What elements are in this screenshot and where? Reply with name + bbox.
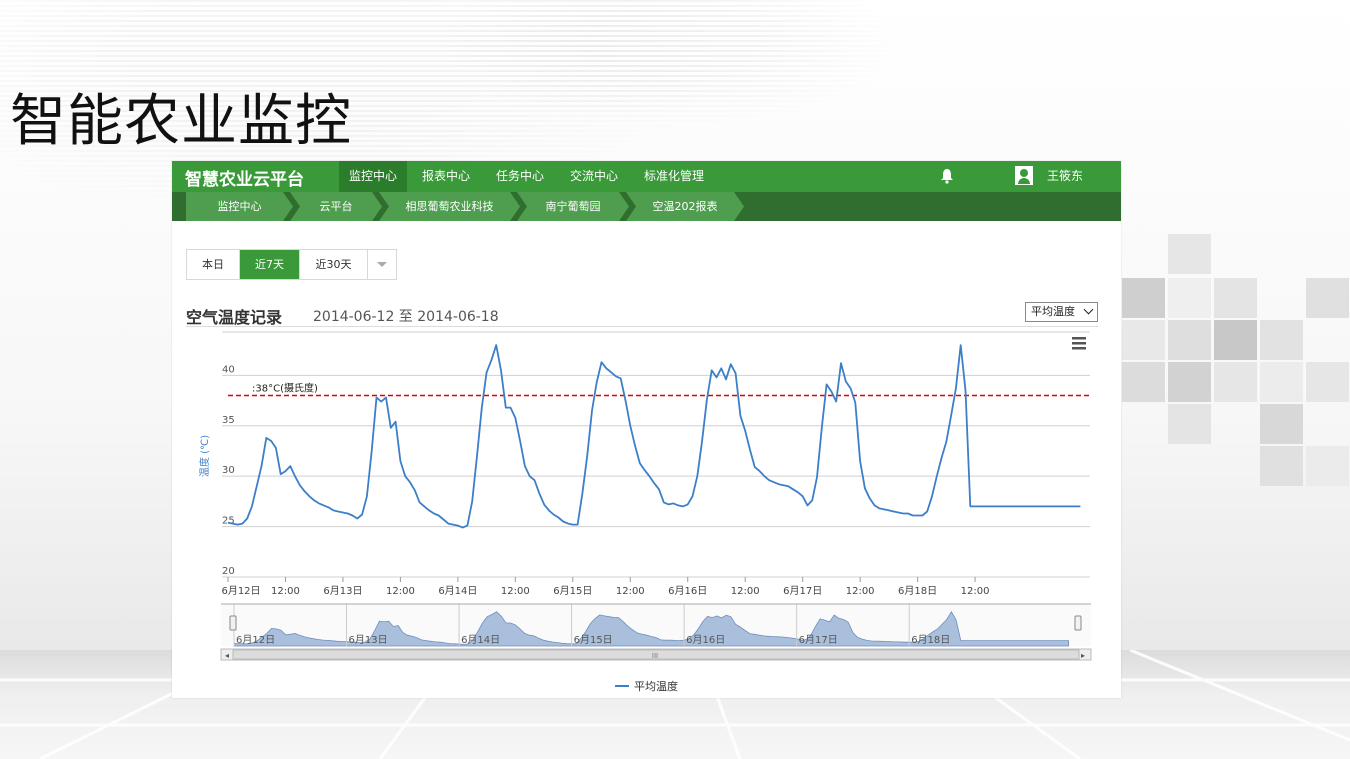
- scroll-left-icon[interactable]: ◂: [225, 651, 229, 660]
- navigator-label: 6月16日: [686, 634, 725, 646]
- navigator-label: 6月15日: [574, 634, 613, 646]
- chart-title: 空气温度记录: [186, 308, 283, 327]
- navigator-label: 6月14日: [461, 634, 500, 646]
- breadcrumb-item-cloud[interactable]: 云平台: [290, 192, 382, 221]
- threshold-label: :38°C(摄氏度): [252, 382, 318, 395]
- chart-top-border: [186, 326, 1098, 327]
- slide-title: 智能农业监控: [10, 89, 352, 154]
- scroll-right-icon[interactable]: ▸: [1081, 651, 1085, 660]
- scroll-grip-icon: III: [652, 652, 658, 660]
- x-tick-label: 6月15日: [553, 585, 592, 597]
- x-tick-label: 6月18日: [898, 585, 937, 597]
- nav-standard-management[interactable]: 标准化管理: [634, 161, 714, 192]
- x-tick-label: 6月12日: [221, 585, 260, 597]
- legend-item[interactable]: 平均温度: [615, 679, 678, 693]
- x-tick-label: 12:00: [731, 586, 760, 597]
- range-dropdown-button[interactable]: [368, 250, 396, 279]
- nav-monitor-center[interactable]: 监控中心: [339, 161, 408, 192]
- navigator-label: 6月18日: [911, 634, 950, 646]
- breadcrumb: 监控中心 云平台 相思葡萄农业科技 南宁葡萄园 空温202报表: [172, 192, 1121, 221]
- y-tick-label: 25: [222, 516, 235, 527]
- navigator-right-handle[interactable]: [1074, 615, 1082, 631]
- navigator-label: 6月12日: [236, 634, 275, 646]
- x-tick-label: 12:00: [961, 586, 990, 597]
- range-7days-button[interactable]: 近7天: [240, 250, 299, 279]
- nav-exchange-center[interactable]: 交流中心: [560, 161, 628, 192]
- background-world-map-2: [420, 0, 920, 160]
- metric-select[interactable]: 平均温度: [1025, 302, 1098, 322]
- x-tick-label: 12:00: [846, 586, 875, 597]
- y-tick-label: 35: [222, 415, 235, 426]
- range-30days-button[interactable]: 近30天: [300, 250, 367, 279]
- user-name[interactable]: 王筱东: [1047, 161, 1083, 192]
- top-nav: 智慧农业云平台 监控中心 报表中心 任务中心 交流中心 标准化管理 王筱东: [172, 161, 1121, 192]
- chart-date-range: 2014-06-12 至 2014-06-18: [313, 309, 499, 325]
- y-axis-title: 温度 (℃): [198, 435, 211, 477]
- user-avatar-icon[interactable]: [1015, 166, 1033, 185]
- bell-icon[interactable]: [940, 168, 954, 184]
- x-tick-label: 12:00: [616, 586, 645, 597]
- nav-task-center[interactable]: 任务中心: [486, 161, 554, 192]
- breadcrumb-item-company[interactable]: 相思葡萄农业科技: [379, 192, 520, 221]
- chart-menu-icon[interactable]: [1072, 337, 1086, 350]
- x-tick-label: 12:00: [501, 586, 530, 597]
- x-tick-label: 6月13日: [323, 585, 362, 597]
- x-tick-label: 12:00: [271, 586, 300, 597]
- x-tick-label: 6月16日: [668, 585, 707, 597]
- range-today-button[interactable]: 本日: [187, 250, 239, 279]
- date-range-selector: 本日 近7天 近30天: [186, 249, 397, 280]
- metric-select-value: 平均温度: [1031, 305, 1075, 318]
- background-tiles: [1120, 234, 1350, 494]
- y-tick-label: 20: [222, 566, 235, 577]
- chevron-down-icon: [377, 262, 387, 267]
- legend-label: 平均温度: [634, 679, 678, 693]
- temperature-chart: 20 25 30 35 40 温度 (℃) 6月12日 12:00 6月13日 12:00 6月1…: [198, 331, 1092, 693]
- chevron-down-icon: [1083, 304, 1094, 315]
- x-tick-label: 6月17日: [783, 585, 822, 597]
- y-tick-label: 30: [222, 465, 235, 476]
- y-tick-label: 40: [222, 364, 235, 375]
- navigator-left-handle[interactable]: [229, 615, 237, 631]
- brand-title: 智慧农业云平台: [185, 170, 304, 190]
- navigator-label: 6月17日: [799, 634, 838, 646]
- app-window: 智慧农业云平台 监控中心 报表中心 任务中心 交流中心 标准化管理 王筱东 监控…: [172, 161, 1121, 698]
- breadcrumb-item-vineyard[interactable]: 南宁葡萄园: [517, 192, 629, 221]
- series-line-avg-temp: [227, 344, 1081, 529]
- x-tick-label: 12:00: [386, 586, 415, 597]
- x-tick-label: 6月14日: [438, 585, 477, 597]
- breadcrumb-item-monitor[interactable]: 监控中心: [186, 192, 293, 221]
- nav-report-center[interactable]: 报表中心: [412, 161, 480, 192]
- navigator-label: 6月13日: [349, 634, 388, 646]
- breadcrumb-item-report[interactable]: 空温202报表: [626, 192, 744, 221]
